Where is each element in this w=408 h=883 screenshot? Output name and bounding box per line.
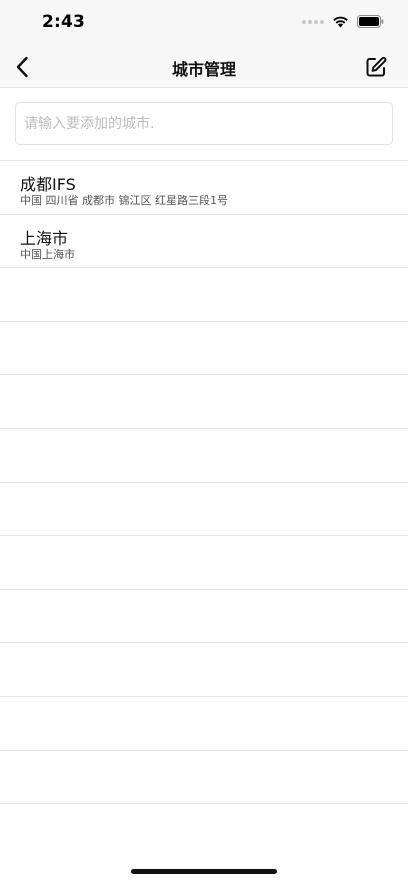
status-time: 2:43 — [42, 12, 86, 32]
empty-list-row — [0, 268, 408, 322]
empty-list-row — [0, 697, 408, 751]
search-area — [0, 88, 408, 160]
status-bar: 2:43 — [0, 0, 408, 46]
status-icons — [302, 15, 384, 28]
city-search-input[interactable] — [15, 102, 393, 145]
wifi-icon — [333, 16, 348, 28]
empty-list-row — [0, 590, 408, 644]
empty-list-row — [0, 643, 408, 697]
empty-list-row — [0, 322, 408, 376]
navigation-bar: 城市管理 — [0, 46, 408, 88]
edit-button[interactable] — [362, 53, 390, 81]
edit-icon — [366, 56, 387, 77]
city-address: 中国 四川省 成都市 锦江区 红星路三段1号 — [20, 194, 228, 207]
city-list-item[interactable]: 上海市 中国上海市 — [0, 215, 408, 269]
empty-list-row — [0, 751, 408, 805]
city-management-screen: 2:43 城市管理 请输入要添加的城市. 成都IFS 中国 四川省 成都市 锦江… — [0, 0, 408, 883]
page-title: 城市管理 — [171, 60, 236, 79]
empty-list-row — [0, 483, 408, 537]
battery-icon — [357, 15, 384, 28]
city-list-item[interactable]: 成都IFS 中国 四川省 成都市 锦江区 红星路三段1号 — [0, 161, 408, 215]
empty-list-row — [0, 375, 408, 429]
empty-list-row — [0, 429, 408, 483]
city-address: 中国上海市 — [20, 247, 75, 261]
empty-list-row — [0, 536, 408, 590]
city-list: 成都IFS 中国 四川省 成都市 锦江区 红星路三段1号 上海市 中国上海市 — [0, 160, 408, 805]
cellular-signal-icon — [302, 19, 324, 24]
home-indicator[interactable] — [131, 869, 277, 874]
